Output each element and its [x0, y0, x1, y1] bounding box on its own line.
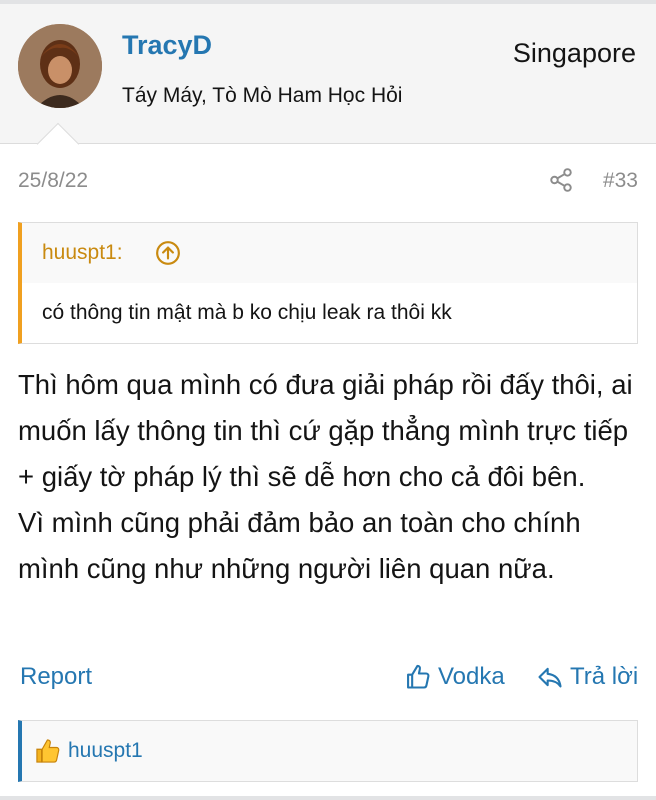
report-link[interactable]: Report — [20, 663, 92, 691]
arrow-up-circle-icon[interactable] — [155, 240, 181, 266]
user-location: Singapore — [512, 38, 636, 68]
bottom-divider — [0, 796, 656, 800]
message-paragraph: Vì mình cũng phải đảm bảo an toàn cho ch… — [18, 507, 581, 584]
avatar[interactable] — [18, 24, 102, 108]
reaction-user-link[interactable]: huuspt1 — [68, 739, 143, 763]
message-paragraph: Thì hôm qua mình có đưa giải pháp rồi đấ… — [18, 369, 633, 492]
post-date[interactable]: 25/8/22 — [18, 169, 88, 193]
post-user-header: TracyD Táy Máy, Tò Mò Ham Học Hỏi Singap… — [0, 4, 656, 144]
reply-icon — [538, 667, 562, 688]
quote-header: huuspt1: — [22, 223, 637, 283]
reactions-bar: huuspt1 — [18, 720, 638, 782]
reply-button[interactable]: Trả lời — [536, 660, 638, 694]
like-button[interactable]: Vodka — [404, 660, 505, 694]
like-label: Vodka — [438, 663, 505, 690]
share-icon[interactable] — [548, 167, 574, 193]
quote-text: có thông tin mật mà b ko chịu leak ra th… — [42, 301, 452, 324]
username[interactable]: TracyD — [122, 30, 212, 61]
thumbs-up-reaction-icon — [36, 739, 60, 763]
post-number[interactable]: #33 — [603, 169, 638, 193]
post-message: Thì hôm qua mình có đưa giải pháp rồi đấ… — [18, 362, 644, 592]
avatar-image — [18, 24, 102, 108]
user-title: Táy Máy, Tò Mò Ham Học Hỏi — [122, 84, 403, 107]
quote-author[interactable]: huuspt1: — [42, 241, 123, 265]
quote-block: huuspt1: có thông tin mật mà b ko chịu l… — [18, 222, 638, 344]
reply-label: Trả lời — [570, 663, 639, 690]
thumbs-up-icon — [407, 664, 430, 689]
